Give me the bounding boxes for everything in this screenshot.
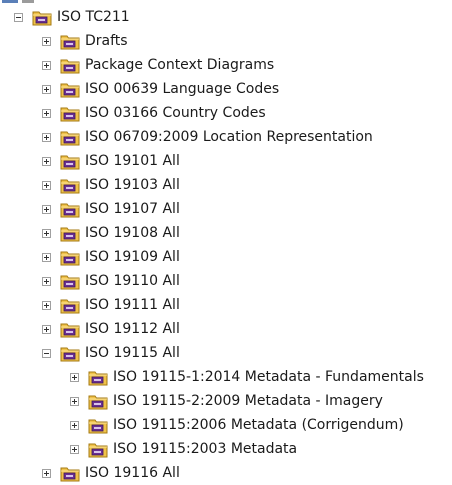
tree-node-iso-19103[interactable]: ISO 19103 All bbox=[42, 173, 180, 197]
package-icon bbox=[60, 155, 80, 169]
package-tree: ISO TC211 Drafts Package Context Diagram… bbox=[0, 0, 452, 484]
expand-toggle[interactable] bbox=[42, 156, 51, 166]
expand-toggle[interactable] bbox=[42, 180, 51, 190]
tree-node-iso-19111[interactable]: ISO 19111 All bbox=[42, 293, 180, 317]
tree-node-iso-03166[interactable]: ISO 03166 Country Codes bbox=[42, 101, 266, 125]
expand-toggle[interactable] bbox=[42, 300, 51, 310]
expand-toggle[interactable] bbox=[42, 36, 51, 46]
package-icon bbox=[60, 299, 80, 313]
expand-toggle[interactable] bbox=[42, 108, 51, 118]
tree-node-iso-19107[interactable]: ISO 19107 All bbox=[42, 197, 180, 221]
package-icon bbox=[60, 251, 80, 265]
package-icon bbox=[60, 179, 80, 193]
package-icon bbox=[60, 83, 80, 97]
tree-node-label: ISO 19101 All bbox=[85, 153, 180, 169]
tree-node-label: ISO 19115:2003 Metadata bbox=[113, 441, 298, 457]
tree-node-label: ISO 19115:2006 Metadata (Corrigendum) bbox=[113, 417, 404, 433]
package-icon bbox=[60, 227, 80, 241]
expand-toggle[interactable] bbox=[42, 132, 51, 142]
tree-node-label: ISO 19115-1:2014 Metadata - Fundamentals bbox=[113, 369, 424, 385]
tree-node-label: ISO TC211 bbox=[57, 9, 130, 25]
tree-node-label: Package Context Diagrams bbox=[85, 57, 275, 73]
tree-node-iso-19115-2006[interactable]: ISO 19115:2006 Metadata (Corrigendum) bbox=[70, 413, 404, 437]
package-icon bbox=[60, 131, 80, 145]
package-icon bbox=[60, 467, 80, 481]
tree-node-label: ISO 19115 All bbox=[85, 345, 180, 361]
tree-node-label: ISO 19116 All bbox=[85, 465, 180, 481]
expand-toggle[interactable] bbox=[70, 396, 79, 406]
tree-node-label: ISO 19110 All bbox=[85, 273, 180, 289]
tree-node-iso-19108[interactable]: ISO 19108 All bbox=[42, 221, 180, 245]
tree-node-label: Drafts bbox=[85, 33, 128, 49]
tree-node-iso-19109[interactable]: ISO 19109 All bbox=[42, 245, 180, 269]
tree-node-label: ISO 19107 All bbox=[85, 201, 180, 217]
tree-node-iso-06709[interactable]: ISO 06709:2009 Location Representation bbox=[42, 125, 373, 149]
package-icon bbox=[60, 347, 80, 361]
tree-node-iso-19115-1-2014[interactable]: ISO 19115-1:2014 Metadata - Fundamentals bbox=[70, 365, 424, 389]
package-icon bbox=[60, 35, 80, 49]
tree-node-iso-19110[interactable]: ISO 19110 All bbox=[42, 269, 180, 293]
collapse-toggle[interactable] bbox=[14, 12, 23, 22]
package-icon bbox=[60, 107, 80, 121]
tree-node-iso-19101[interactable]: ISO 19101 All bbox=[42, 149, 180, 173]
expand-toggle[interactable] bbox=[42, 84, 51, 94]
expand-toggle[interactable] bbox=[70, 372, 79, 382]
package-icon bbox=[60, 323, 80, 337]
tree-node-iso-00639[interactable]: ISO 00639 Language Codes bbox=[42, 77, 279, 101]
tree-node-label: ISO 06709:2009 Location Representation bbox=[85, 129, 373, 145]
expand-toggle[interactable] bbox=[42, 252, 51, 262]
tree-node-label: ISO 00639 Language Codes bbox=[85, 81, 280, 97]
package-icon bbox=[32, 11, 52, 25]
expand-toggle[interactable] bbox=[42, 60, 51, 70]
tree-node-iso-tc211[interactable]: ISO TC211 bbox=[14, 5, 130, 29]
tree-node-label: ISO 19108 All bbox=[85, 225, 180, 241]
tree-node-label: ISO 19109 All bbox=[85, 249, 180, 265]
package-icon bbox=[60, 275, 80, 289]
tree-node-iso-19115[interactable]: ISO 19115 All bbox=[42, 341, 180, 365]
package-icon bbox=[88, 419, 108, 433]
expand-toggle[interactable] bbox=[42, 228, 51, 238]
expand-toggle[interactable] bbox=[42, 324, 51, 334]
tree-node-package-context-diagrams[interactable]: Package Context Diagrams bbox=[42, 53, 274, 77]
tree-node-label: ISO 19115-2:2009 Metadata - Imagery bbox=[113, 393, 383, 409]
tree-node-iso-19116[interactable]: ISO 19116 All bbox=[42, 461, 180, 485]
expand-toggle[interactable] bbox=[42, 204, 51, 214]
package-icon bbox=[88, 395, 108, 409]
expand-toggle[interactable] bbox=[70, 420, 79, 430]
tree-node-label: ISO 19103 All bbox=[85, 177, 180, 193]
tree-node-iso-19115-2003[interactable]: ISO 19115:2003 Metadata bbox=[70, 437, 297, 461]
expand-toggle[interactable] bbox=[70, 444, 79, 454]
expand-toggle[interactable] bbox=[42, 468, 51, 478]
tree-node-drafts[interactable]: Drafts bbox=[42, 29, 128, 53]
collapse-toggle[interactable] bbox=[42, 348, 51, 358]
package-icon bbox=[60, 59, 80, 73]
package-icon bbox=[60, 203, 80, 217]
tree-node-iso-19112[interactable]: ISO 19112 All bbox=[42, 317, 180, 341]
tree-node-label: ISO 19111 All bbox=[85, 297, 180, 313]
tree-node-label: ISO 19112 All bbox=[85, 321, 180, 337]
tree-node-iso-19115-2-2009[interactable]: ISO 19115-2:2009 Metadata - Imagery bbox=[70, 389, 383, 413]
expand-toggle[interactable] bbox=[42, 276, 51, 286]
tree-node-label: ISO 03166 Country Codes bbox=[85, 105, 266, 121]
package-icon bbox=[88, 371, 108, 385]
package-icon bbox=[88, 443, 108, 457]
